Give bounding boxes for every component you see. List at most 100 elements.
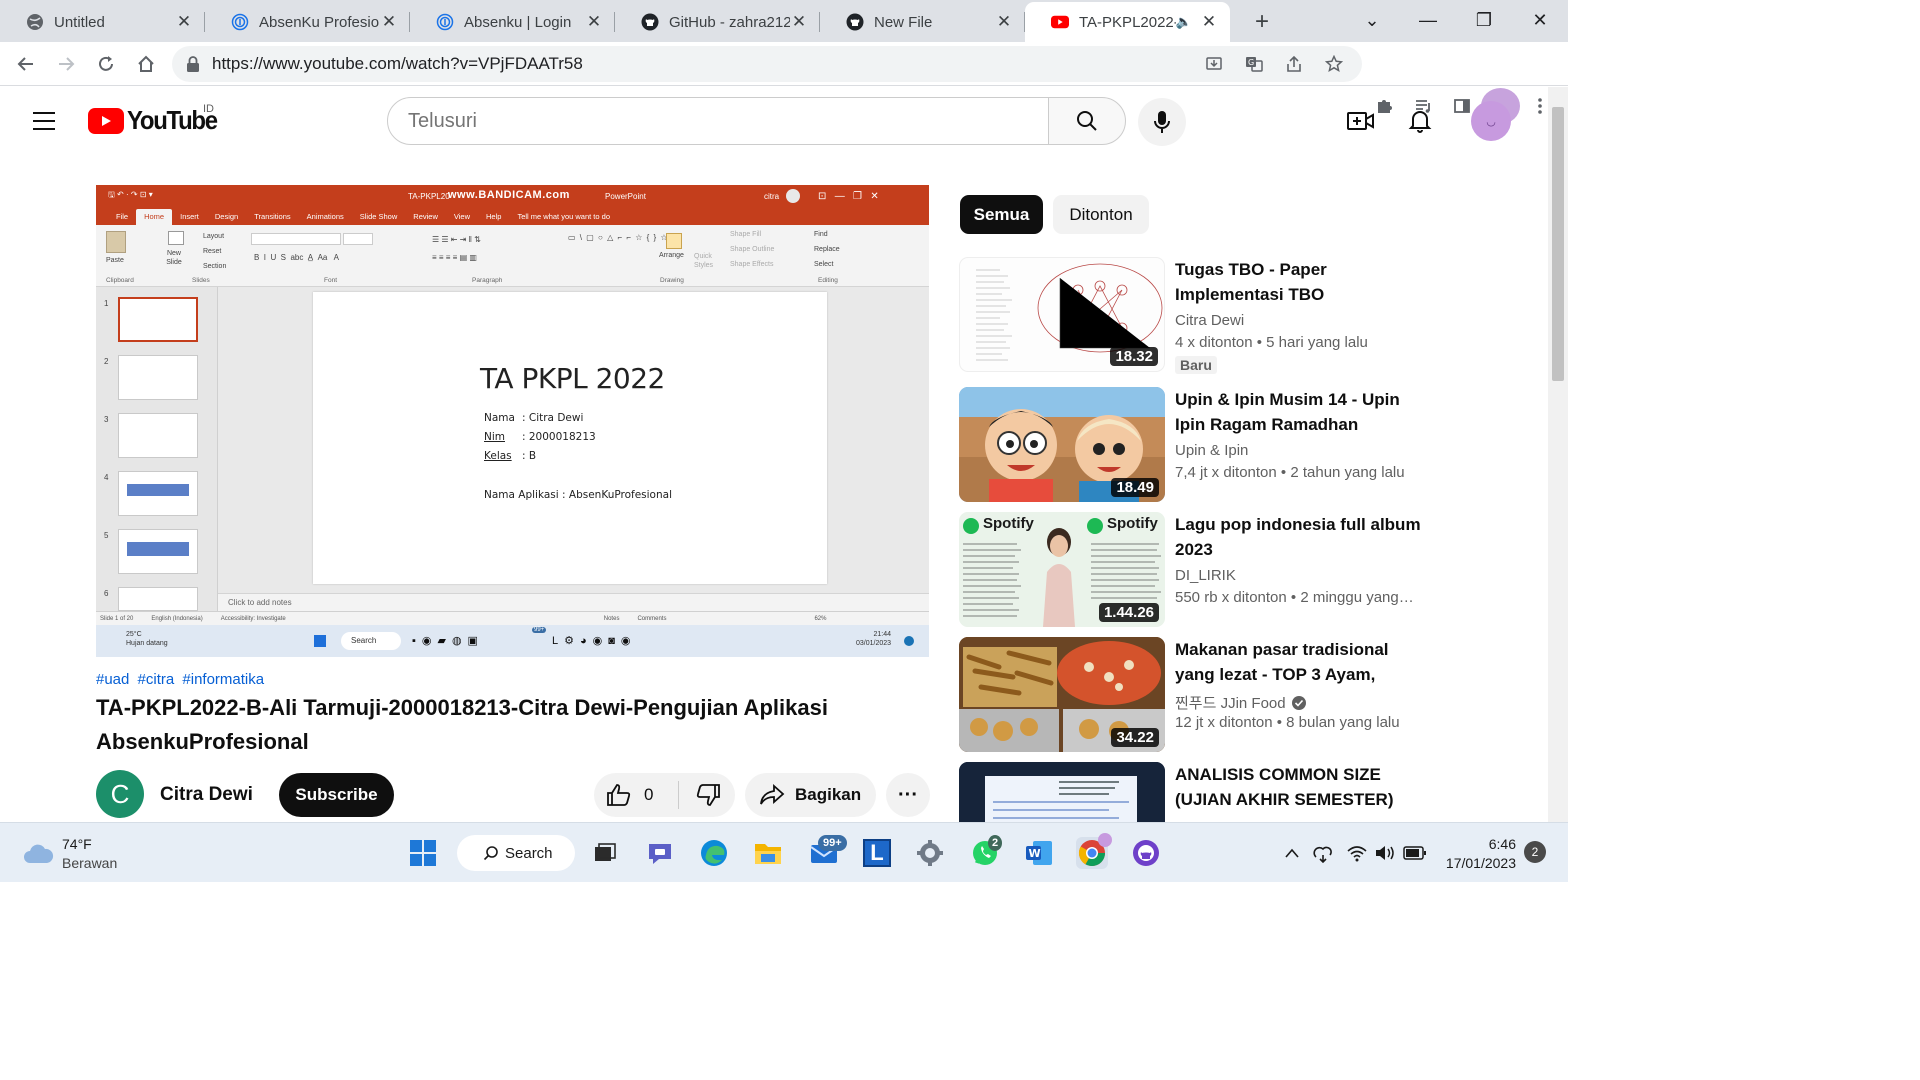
close-icon[interactable]: ✕ xyxy=(175,12,193,32)
hashtag-link[interactable]: #citra xyxy=(138,671,175,688)
notifications-button[interactable] xyxy=(1396,97,1444,145)
volume-icon[interactable] xyxy=(1371,837,1399,869)
create-video-button[interactable] xyxy=(1337,97,1385,145)
slide-number: 3 xyxy=(104,415,109,424)
bookmark-star-icon[interactable] xyxy=(1314,48,1354,80)
ppt-section: Section xyxy=(203,263,227,270)
battery-icon[interactable] xyxy=(1401,837,1429,869)
like-button[interactable] xyxy=(606,783,632,807)
search-input[interactable]: Telusuri xyxy=(387,97,1049,145)
translate-icon[interactable]: G xyxy=(1234,48,1274,80)
recommendation-item[interactable]: 18.49 Upin & Ipin Musim 14 - Upin Ipin R… xyxy=(959,387,1539,505)
spotify-wordmark-left: Spotify xyxy=(983,515,1034,532)
youtube-icon xyxy=(1051,13,1069,31)
hashtag-link[interactable]: #informatika xyxy=(182,671,264,688)
browser-tab[interactable]: GitHub - zahra2121 ✕ xyxy=(615,2,820,42)
video-title[interactable]: ANALISIS COMMON SIZE (UJIAN AKHIR SEMEST… xyxy=(1175,762,1430,812)
wifi-icon[interactable] xyxy=(1343,837,1371,869)
close-icon[interactable]: ✕ xyxy=(380,12,398,32)
channel-name[interactable]: DI_LIRIK xyxy=(1175,567,1236,584)
notification-count-badge[interactable]: 2 xyxy=(1524,841,1546,863)
speaker-icon[interactable]: 🔈 xyxy=(1176,14,1192,30)
page-scrollbar[interactable] xyxy=(1548,87,1568,822)
video-player[interactable]: 🖫 ↶ · ↷ ⊡ ▾ TA-PKPL20 PowerPoint citra ⊡… xyxy=(96,185,929,657)
start-button[interactable] xyxy=(407,837,439,869)
reload-button[interactable] xyxy=(86,46,126,82)
video-thumbnail[interactable]: Spotify Spotify 1.44.26 xyxy=(959,512,1165,627)
channel-name[interactable]: 찐푸드 JJin Food xyxy=(1175,692,1306,713)
tray-chevron-up-icon[interactable] xyxy=(1280,837,1304,869)
dislike-button[interactable] xyxy=(695,783,721,807)
chip-watched[interactable]: Ditonton xyxy=(1053,195,1149,234)
close-icon[interactable]: ✕ xyxy=(995,12,1013,32)
install-app-icon[interactable] xyxy=(1194,48,1234,80)
minimize-button[interactable]: — xyxy=(1400,0,1456,40)
github-desktop-icon[interactable] xyxy=(1130,837,1162,869)
ppt-tab: Animations xyxy=(306,212,344,221)
edge-browser-icon[interactable] xyxy=(698,837,730,869)
recommendation-item[interactable]: ANALISIS COMMON SIZE (UJIAN AKHIR SEMEST… xyxy=(959,762,1539,822)
browser-tab-active[interactable]: TA-PKPL2022-B-Ali 🔈 ✕ xyxy=(1025,2,1230,42)
url-text[interactable]: https://www.youtube.com/watch?v=VPjFDAAT… xyxy=(212,54,1194,74)
close-icon[interactable]: ✕ xyxy=(1200,12,1218,32)
share-button[interactable]: Bagikan xyxy=(745,773,876,817)
recommendation-item[interactable]: 18.32 Tugas TBO - Paper Implementasi TBO… xyxy=(959,257,1539,375)
scrollbar-thumb[interactable] xyxy=(1552,107,1564,381)
home-button[interactable] xyxy=(126,46,166,82)
video-title[interactable]: Tugas TBO - Paper Implementasi TBO xyxy=(1175,257,1430,307)
browser-tab[interactable]: Untitled ✕ xyxy=(0,2,205,42)
video-thumbnail[interactable] xyxy=(959,762,1165,822)
video-title[interactable]: Upin & Ipin Musim 14 - Upin Ipin Ragam R… xyxy=(1175,387,1430,437)
slide-number: 4 xyxy=(104,473,109,482)
channel-name[interactable]: Upin & Ipin xyxy=(1175,442,1248,459)
close-icon[interactable]: ✕ xyxy=(790,12,808,32)
subscribe-button[interactable]: Subscribe xyxy=(279,773,394,817)
onedrive-sync-icon[interactable] xyxy=(1309,837,1337,869)
new-tab-button[interactable]: + xyxy=(1242,2,1282,42)
forward-button[interactable] xyxy=(46,46,86,82)
inner-weather: 25°C Hujan datang xyxy=(126,631,168,647)
browser-tab[interactable]: Absenku | Login ✕ xyxy=(410,2,615,42)
close-window-button[interactable]: ✕ xyxy=(1512,0,1568,40)
share-icon[interactable] xyxy=(1274,48,1314,80)
back-button[interactable] xyxy=(6,46,46,82)
video-title[interactable]: Makanan pasar tradisional yang lezat - T… xyxy=(1175,637,1430,687)
close-icon[interactable]: ✕ xyxy=(585,12,603,32)
menu-hamburger-icon[interactable] xyxy=(22,103,66,139)
address-bar[interactable]: https://www.youtube.com/watch?v=VPjFDAAT… xyxy=(172,46,1362,82)
search-button[interactable] xyxy=(1048,97,1126,145)
chip-all[interactable]: Semua xyxy=(960,195,1043,234)
country-code: ID xyxy=(203,103,214,115)
browser-tab[interactable]: AbsenKu Profesional ✕ xyxy=(205,2,410,42)
taskbar-clock[interactable]: 6:46 17/01/2023 xyxy=(1444,835,1516,873)
settings-gear-icon[interactable] xyxy=(914,837,946,869)
video-title[interactable]: Lagu pop indonesia full album 2023 xyxy=(1175,512,1430,562)
hashtag-link[interactable]: #uad xyxy=(96,671,129,688)
channel-avatar[interactable]: C xyxy=(96,770,144,818)
word-icon[interactable]: W xyxy=(1023,837,1055,869)
video-thumbnail[interactable]: 18.32 xyxy=(959,257,1165,372)
account-avatar[interactable]: ◡ xyxy=(1467,97,1515,145)
video-thumbnail[interactable]: 18.49 xyxy=(959,387,1165,502)
recommendation-item[interactable]: 34.22 Makanan pasar tradisional yang lez… xyxy=(959,637,1539,755)
voice-search-button[interactable] xyxy=(1138,98,1186,146)
more-actions-button[interactable]: ··· xyxy=(886,773,930,817)
file-explorer-icon[interactable] xyxy=(752,837,784,869)
teams-chat-icon[interactable] xyxy=(644,837,676,869)
video-thumbnail[interactable]: 34.22 xyxy=(959,637,1165,752)
channel-name[interactable]: Citra Dewi xyxy=(1175,312,1244,329)
channel-name[interactable]: Citra Dewi xyxy=(160,784,253,806)
ppt-user-avatar xyxy=(786,189,800,203)
tab-search-icon[interactable]: ⌄ xyxy=(1344,0,1400,40)
launcher-l-icon[interactable]: L xyxy=(861,837,893,869)
taskbar-search[interactable]: Search xyxy=(457,835,575,871)
accessibility: Accessibility: Investigate xyxy=(220,615,286,622)
weather-widget[interactable]: 74°F Berawan xyxy=(22,835,117,873)
recommendation-item[interactable]: Spotify Spotify 1.44.26 Lagu pop indones… xyxy=(959,512,1539,630)
restore-button[interactable]: ❐ xyxy=(1456,0,1512,40)
video-camera-plus-icon xyxy=(1347,112,1374,130)
lock-icon[interactable] xyxy=(186,56,200,72)
chrome-icon[interactable] xyxy=(1076,833,1112,869)
task-view-icon[interactable] xyxy=(589,837,621,869)
browser-tab[interactable]: New File ✕ xyxy=(820,2,1025,42)
